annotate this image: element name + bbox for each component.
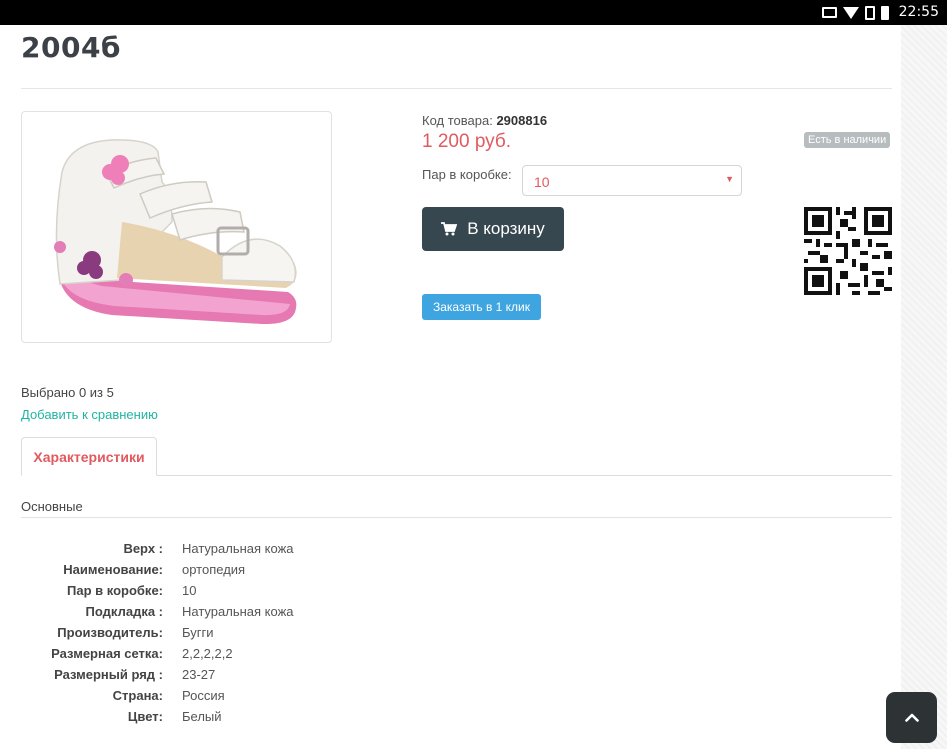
add-to-compare-link[interactable]: Добавить к сравнению bbox=[21, 407, 158, 422]
wifi-icon bbox=[843, 6, 859, 19]
sku-label: Код товара: bbox=[422, 113, 493, 128]
spec-row: Цвет: Белый bbox=[21, 706, 621, 727]
specs-section-title: Основные bbox=[21, 499, 83, 514]
spec-row: Производитель: Бугги bbox=[21, 622, 621, 643]
spec-key: Размерная сетка: bbox=[51, 646, 163, 661]
spec-key: Подкладка : bbox=[85, 604, 163, 619]
spec-value: Россия bbox=[182, 688, 225, 703]
spec-key: Цвет: bbox=[127, 709, 163, 724]
qr-code-icon bbox=[804, 207, 892, 295]
qty-select[interactable]: 10 ▼ bbox=[522, 165, 742, 196]
signal-icon bbox=[865, 5, 875, 20]
product-page: 2004б Код товара: 2908816 1 200 руб. Ест… bbox=[0, 25, 901, 749]
spec-row: Страна: Россия bbox=[21, 685, 621, 706]
page-gutter bbox=[901, 25, 947, 749]
qty-label: Пар в коробке: bbox=[422, 167, 512, 182]
divider bbox=[21, 517, 892, 518]
page-title: 2004б bbox=[21, 31, 121, 64]
add-to-cart-button[interactable]: В корзину bbox=[422, 207, 564, 251]
spec-key: Наименование: bbox=[63, 562, 163, 577]
qty-selected-value: 10 bbox=[534, 174, 550, 190]
tab-characteristics[interactable]: Характеристики bbox=[21, 437, 157, 476]
spec-row: Верх : Натуральная кожа bbox=[21, 538, 621, 559]
battery-icon bbox=[881, 5, 889, 20]
product-price: 1 200 руб. bbox=[422, 131, 512, 152]
spec-value: Натуральная кожа bbox=[182, 604, 294, 619]
specs-table: Верх : Натуральная кожа Наименование: орто… bbox=[21, 538, 621, 727]
chevron-down-icon: ▼ bbox=[725, 174, 734, 184]
spec-value: 23-27 bbox=[182, 667, 216, 682]
compare-count: Выбрано 0 из 5 bbox=[21, 385, 114, 400]
spec-value: 2,2,2,2,2 bbox=[182, 646, 233, 661]
divider bbox=[21, 88, 892, 89]
spec-key: Производитель: bbox=[57, 625, 163, 640]
add-to-cart-label: В корзину bbox=[467, 219, 545, 238]
spec-row: Размерная сетка: 2,2,2,2,2 bbox=[21, 643, 621, 664]
spec-row: Размерный ряд : 23-27 bbox=[21, 664, 621, 685]
sku-value: 2908816 bbox=[496, 113, 548, 128]
stock-badge: Есть в наличии bbox=[804, 132, 891, 148]
spec-value: Натуральная кожа bbox=[182, 541, 294, 556]
spec-key: Верх : bbox=[123, 541, 163, 556]
clock: 22:55 bbox=[898, 4, 939, 20]
cast-icon bbox=[822, 7, 837, 18]
one-click-order-button[interactable]: Заказать в 1 клик bbox=[422, 294, 541, 320]
status-icons bbox=[822, 5, 889, 20]
spec-row: Подкладка : Натуральная кожа bbox=[21, 601, 621, 622]
spec-key: Пар в коробке: bbox=[67, 583, 163, 598]
product-image[interactable] bbox=[21, 111, 332, 343]
status-bar: 22:55 bbox=[0, 0, 947, 25]
scroll-to-top-button[interactable] bbox=[886, 692, 937, 743]
sku: Код товара: 2908816 bbox=[422, 113, 547, 128]
spec-value: 10 bbox=[182, 583, 197, 598]
spec-row: Пар в коробке: 10 bbox=[21, 580, 621, 601]
spec-key: Страна: bbox=[112, 688, 163, 703]
chevron-up-icon bbox=[904, 713, 919, 722]
spec-row: Наименование: ортопедия bbox=[21, 559, 621, 580]
sandal-illustration bbox=[54, 139, 297, 325]
cart-icon bbox=[441, 222, 458, 236]
spec-value: Бугги bbox=[182, 625, 214, 640]
spec-value: Белый bbox=[182, 709, 222, 724]
spec-key: Размерный ряд : bbox=[54, 667, 163, 682]
spec-value: ортопедия bbox=[182, 562, 246, 577]
